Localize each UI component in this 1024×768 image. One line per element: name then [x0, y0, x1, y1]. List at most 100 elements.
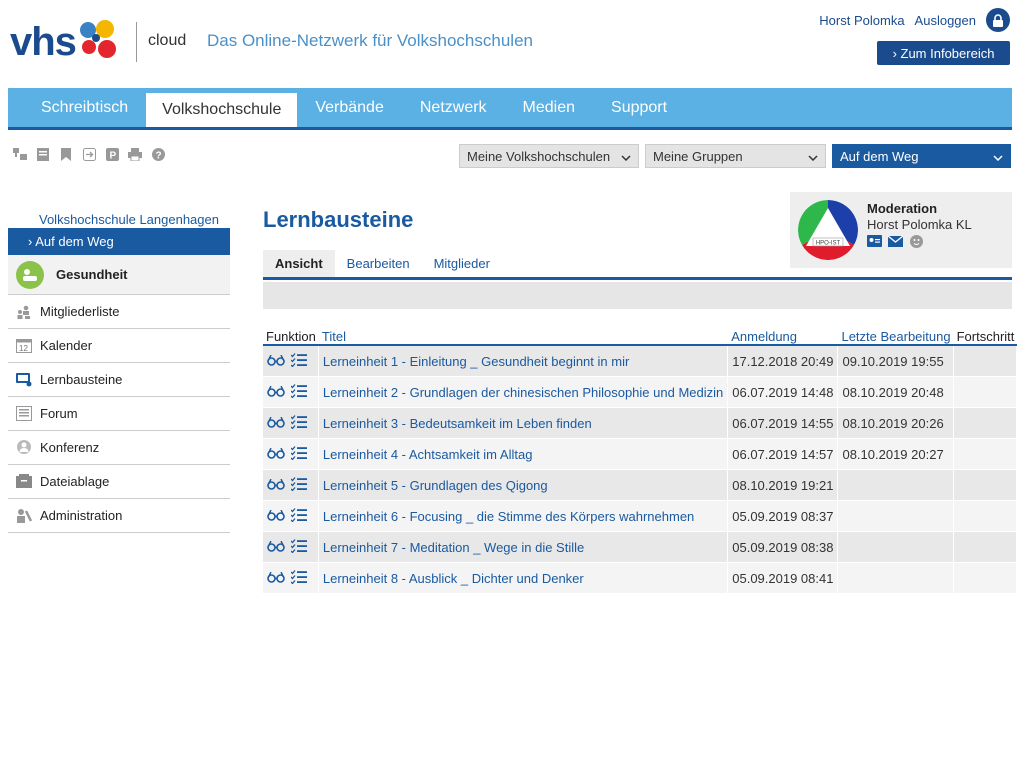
logo-dots-icon: [78, 20, 122, 64]
info-area-button[interactable]: › Zum Infobereich: [877, 41, 1010, 65]
main-nav: Schreibtisch Volkshochschule Verbände Ne…: [8, 88, 1012, 130]
sidebar-item-lernbausteine[interactable]: Lernbausteine: [8, 363, 230, 397]
current-group-select[interactable]: Auf dem Weg: [832, 144, 1011, 168]
subtab-mitglieder[interactable]: Mitglieder: [422, 250, 502, 277]
row-progress: [953, 470, 1018, 501]
view-glasses-icon[interactable]: [267, 509, 285, 524]
sidebar-item-mitgliederliste[interactable]: Mitgliederliste: [8, 295, 230, 329]
row-title-link[interactable]: Lerneinheit 4 - Achtsamkeit im Alltag: [318, 439, 729, 470]
lock-icon[interactable]: [986, 8, 1010, 32]
checklist-icon[interactable]: [290, 569, 307, 587]
forum-icon: [16, 406, 32, 422]
sidebar-parent-link[interactable]: Volkshochschule Langenhagen: [8, 212, 230, 228]
row-title-link[interactable]: Lerneinheit 1 - Einleitung _ Gesundheit …: [318, 346, 729, 377]
structure-icon[interactable]: [13, 147, 27, 161]
col-titel[interactable]: Titel: [318, 329, 729, 346]
page-title: Lernbausteine: [263, 207, 414, 232]
view-glasses-icon[interactable]: [267, 478, 285, 493]
table-row[interactable]: Lerneinheit 6 - Focusing _ die Stimme de…: [263, 501, 1018, 532]
sidebar-item-konferenz[interactable]: Konferenz: [8, 431, 230, 465]
checklist-icon[interactable]: [290, 445, 307, 463]
table-row[interactable]: Lerneinheit 8 - Ausblick _ Dichter und D…: [263, 563, 1018, 594]
groups-select-value: Meine Gruppen: [653, 148, 743, 164]
help-icon[interactable]: ?: [151, 147, 165, 161]
vhs-logo[interactable]: vhs: [10, 18, 122, 66]
sidebar-item-kalender[interactable]: 12 Kalender: [8, 329, 230, 363]
tab-support[interactable]: Support: [593, 88, 685, 127]
row-title-link[interactable]: Lerneinheit 7 - Meditation _ Wege in die…: [318, 532, 729, 563]
export-icon[interactable]: [82, 147, 96, 161]
sidebar-group-header[interactable]: Gesundheit: [8, 255, 230, 295]
moderator-name[interactable]: Horst Polomka KL: [867, 217, 972, 232]
conference-icon: [16, 440, 32, 456]
checklist-icon[interactable]: [290, 414, 307, 432]
row-title-link[interactable]: Lerneinheit 8 - Ausblick _ Dichter und D…: [318, 563, 729, 594]
sidebar-item-dateiablage[interactable]: Dateiablage: [8, 465, 230, 499]
subtab-bearbeiten[interactable]: Bearbeiten: [335, 250, 422, 277]
sidebar-item-forum[interactable]: Forum: [8, 397, 230, 431]
view-glasses-icon[interactable]: [267, 416, 285, 431]
table-row[interactable]: Lerneinheit 2 - Grundlagen der chinesisc…: [263, 377, 1018, 408]
tab-schreibtisch[interactable]: Schreibtisch: [8, 88, 146, 127]
subtab-ansicht[interactable]: Ansicht: [263, 250, 335, 277]
svg-text:12: 12: [19, 344, 28, 353]
parking-icon[interactable]: P: [105, 147, 119, 161]
checklist-icon[interactable]: [290, 538, 307, 556]
row-last-edit: 08.10.2019 20:27: [838, 439, 954, 470]
groups-select[interactable]: Meine Gruppen: [645, 144, 826, 168]
row-functions: [263, 346, 319, 377]
checklist-icon[interactable]: [290, 476, 307, 494]
calendar-icon: 12: [16, 338, 32, 354]
select-bar: Meine Volkshochschulen Meine Gruppen Auf…: [459, 144, 1011, 168]
row-functions: [263, 501, 319, 532]
row-functions: [263, 470, 319, 501]
print-icon[interactable]: [128, 147, 142, 161]
table-row[interactable]: Lerneinheit 1 - Einleitung _ Gesundheit …: [263, 346, 1018, 377]
view-glasses-icon[interactable]: [267, 540, 285, 555]
view-glasses-icon[interactable]: [267, 571, 285, 586]
row-registered: 08.10.2019 19:21: [728, 470, 839, 501]
checklist-icon[interactable]: [290, 383, 307, 401]
table-row[interactable]: Lerneinheit 5 - Grundlagen des Qigong 08.…: [263, 470, 1018, 501]
contact-card-icon[interactable]: [867, 235, 882, 247]
row-title-link[interactable]: Lerneinheit 3 - Bedeutsamkeit im Leben f…: [318, 408, 729, 439]
status-smiley-icon[interactable]: [909, 234, 924, 248]
tab-medien[interactable]: Medien: [505, 88, 593, 127]
col-anmeldung[interactable]: Anmeldung: [728, 329, 839, 346]
sidebar-item-active[interactable]: › Auf dem Weg: [8, 228, 230, 255]
row-functions: [263, 377, 319, 408]
table-row[interactable]: Lerneinheit 7 - Meditation _ Wege in die…: [263, 532, 1018, 563]
tab-volkshochschule[interactable]: Volkshochschule: [146, 93, 298, 127]
row-last-edit: [838, 532, 954, 563]
sidebar-item-label: Kalender: [40, 338, 93, 353]
row-last-edit: [838, 470, 954, 501]
vhs-select[interactable]: Meine Volkshochschulen: [459, 144, 639, 168]
logout-link[interactable]: Ausloggen: [915, 13, 976, 28]
user-name-link[interactable]: Horst Polomka: [819, 13, 904, 28]
note-icon[interactable]: [36, 147, 50, 161]
row-title-link[interactable]: Lerneinheit 6 - Focusing _ die Stimme de…: [318, 501, 729, 532]
view-glasses-icon[interactable]: [267, 447, 285, 462]
table-row[interactable]: Lerneinheit 4 - Achtsamkeit im Alltag 06.…: [263, 439, 1018, 470]
col-letzte-bearbeitung[interactable]: Letzte Bearbeitung: [838, 329, 954, 346]
row-title-link[interactable]: Lerneinheit 2 - Grundlagen der chinesisc…: [318, 377, 729, 408]
table-row[interactable]: Lerneinheit 3 - Bedeutsamkeit im Leben f…: [263, 408, 1018, 439]
moderator-logo-text: HPO-IST: [816, 241, 841, 247]
row-progress: [953, 377, 1018, 408]
table-header-row: Funktion Titel Anmeldung Letzte Bearbeit…: [263, 329, 1018, 346]
tab-verbaende[interactable]: Verbände: [297, 88, 402, 127]
view-glasses-icon[interactable]: [267, 385, 285, 400]
checklist-icon[interactable]: [290, 507, 307, 525]
learning-icon: [16, 372, 32, 388]
tab-netzwerk[interactable]: Netzwerk: [402, 88, 505, 127]
sidebar: Volkshochschule Langenhagen › Auf dem We…: [8, 212, 230, 533]
row-title-link[interactable]: Lerneinheit 5 - Grundlagen des Qigong: [318, 470, 729, 501]
view-glasses-icon[interactable]: [267, 354, 285, 369]
bookmark-icon[interactable]: [59, 147, 73, 161]
sidebar-item-label: Administration: [40, 508, 123, 523]
row-registered: 05.09.2019 08:38: [728, 532, 839, 563]
mail-icon[interactable]: [888, 235, 903, 247]
row-progress: [953, 501, 1018, 532]
checklist-icon[interactable]: [290, 352, 307, 370]
sidebar-item-administration[interactable]: Administration: [8, 499, 230, 533]
